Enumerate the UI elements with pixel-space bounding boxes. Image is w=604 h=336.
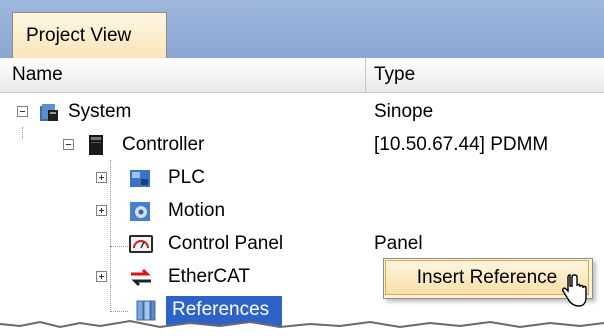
torn-edge: [0, 319, 604, 336]
tree-label: Control Panel: [168, 233, 284, 254]
motion-icon: [128, 199, 152, 223]
menu-item-label: Insert Reference: [416, 266, 558, 288]
expand-toggle[interactable]: [96, 205, 107, 216]
project-view-window: Project View Name Type System Sinope Con…: [0, 0, 604, 336]
ethercat-icon: [128, 265, 152, 289]
control-panel-icon: [128, 232, 153, 256]
tree-label: Motion: [168, 200, 226, 221]
tab-label: Project View: [26, 24, 132, 46]
expand-toggle[interactable]: [96, 172, 107, 183]
menu-item-insert-reference[interactable]: Insert Reference: [385, 260, 589, 295]
tree-label: Controller: [122, 134, 205, 155]
tree-label: EtherCAT: [168, 266, 251, 287]
column-divider[interactable]: [365, 58, 366, 93]
tab-strip: Project View: [0, 0, 604, 58]
tree-label: PLC: [168, 167, 205, 188]
tree-row-plc[interactable]: PLC: [0, 164, 604, 196]
mouse-pointer-icon: [562, 274, 587, 307]
tab-project-view[interactable]: Project View: [12, 12, 167, 58]
tree-row-controller[interactable]: Controller [10.50.67.44] PDMM: [0, 131, 604, 163]
column-header-name[interactable]: Name: [12, 64, 63, 86]
plc-icon: [128, 166, 152, 190]
expand-toggle[interactable]: [96, 271, 107, 282]
controller-icon: [84, 133, 108, 157]
tree-label: System: [68, 101, 132, 122]
system-icon: [38, 100, 62, 124]
column-header-type[interactable]: Type: [374, 64, 415, 86]
tree-type: Sinope: [374, 101, 434, 122]
column-header: Name Type: [0, 58, 604, 93]
tree-row-system[interactable]: System Sinope: [0, 98, 604, 130]
collapse-toggle[interactable]: [63, 139, 74, 150]
tree-type: [10.50.67.44] PDMM: [374, 134, 549, 155]
tree-type: Panel: [374, 233, 423, 254]
tree-row-motion[interactable]: Motion: [0, 197, 604, 229]
collapse-toggle[interactable]: [17, 106, 28, 117]
